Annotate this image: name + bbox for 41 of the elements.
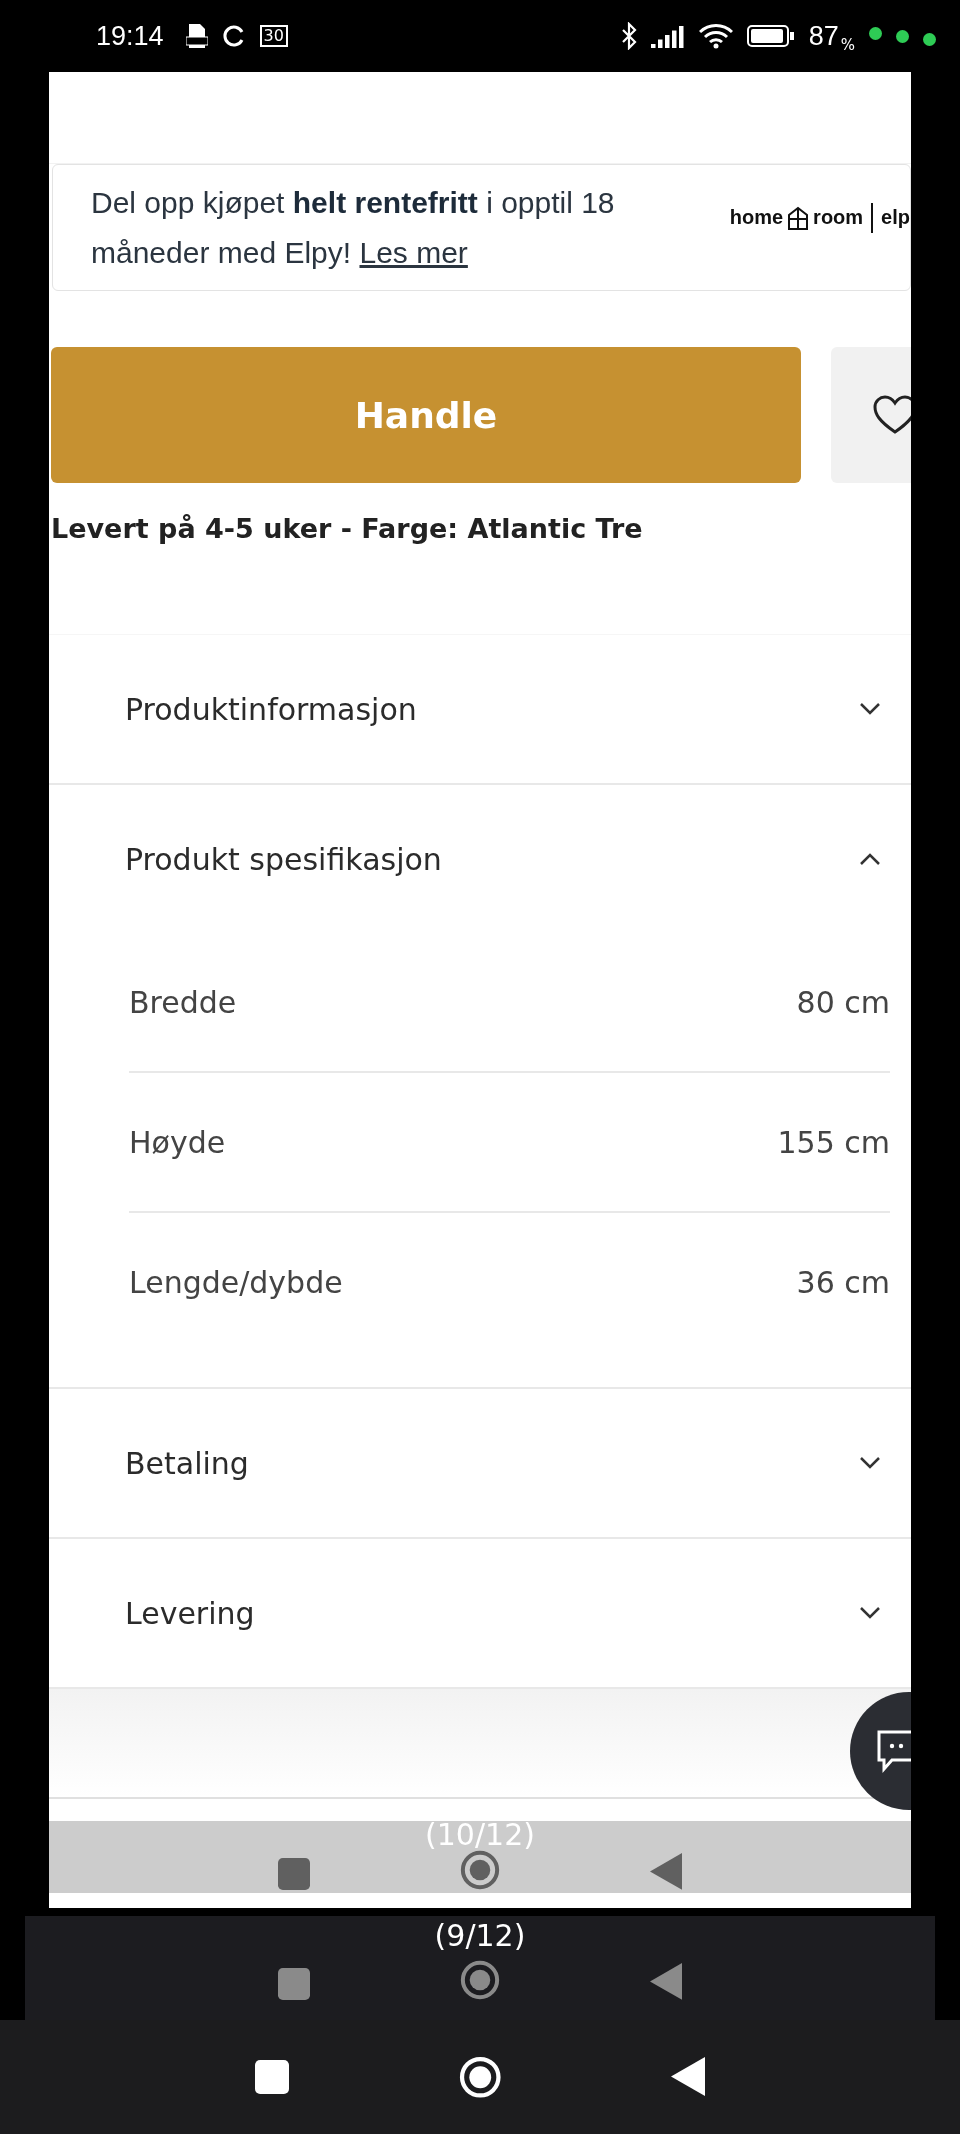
spec-value: 80 cm bbox=[796, 984, 890, 1020]
accordion-header[interactable]: Produkt spesifikasjon bbox=[49, 785, 911, 933]
logo-word: home bbox=[729, 206, 784, 229]
notification-dot bbox=[896, 29, 909, 43]
spec-label: Lengde/dybde bbox=[129, 1264, 343, 1300]
page-counter: (9/12) bbox=[434, 1922, 526, 1950]
clock-time: 19:14 bbox=[96, 20, 164, 52]
accordion-header[interactable]: Produktinformasjon bbox=[49, 635, 911, 785]
accordion-header[interactable]: Betaling bbox=[49, 1389, 911, 1539]
heart-icon bbox=[873, 395, 911, 435]
bluetooth-icon bbox=[620, 22, 637, 50]
wifi-icon bbox=[698, 23, 733, 49]
spec-label: Bredde bbox=[129, 984, 237, 1020]
chevron-down-icon bbox=[859, 1606, 881, 1620]
chat-bubble-icon bbox=[876, 1729, 911, 1773]
logo-word: elp bbox=[881, 206, 910, 229]
delivery-note: Levert på 4-5 uker - Farge: Atlantic Tre bbox=[51, 513, 644, 544]
read-more-link[interactable]: Les mer bbox=[359, 235, 468, 269]
signal-icon bbox=[650, 24, 685, 48]
section-title: Produktinformasjon bbox=[125, 691, 418, 727]
financing-text: Del opp kjøpet helt rentefritt i opptil 18 måneder med Elpy! Les mer bbox=[91, 184, 616, 271]
back-nav-icon[interactable] bbox=[671, 2057, 706, 2097]
notification-dot bbox=[923, 32, 936, 46]
section-title: Betaling bbox=[125, 1445, 250, 1481]
spec-value: 36 cm bbox=[796, 1264, 890, 1300]
chevron-down-icon bbox=[859, 702, 881, 716]
chevron-down-icon bbox=[859, 1456, 881, 1470]
house-icon bbox=[787, 205, 810, 230]
chevron-up-icon bbox=[859, 852, 881, 866]
calendar-day: 30 bbox=[259, 25, 288, 47]
sync-icon bbox=[221, 24, 246, 48]
notification-dot bbox=[869, 26, 882, 40]
battery-level: 87 bbox=[808, 20, 839, 52]
spec-value: 155 cm bbox=[777, 1124, 890, 1160]
spec-label: Høyde bbox=[129, 1124, 226, 1160]
square-nav-icon[interactable] bbox=[254, 2060, 289, 2094]
percent-sign: % bbox=[840, 36, 855, 54]
battery-icon bbox=[746, 24, 795, 48]
section-title: Levering bbox=[125, 1595, 256, 1631]
section-title: Produkt spesifikasjon bbox=[125, 841, 443, 877]
logo-word: room bbox=[813, 206, 864, 229]
